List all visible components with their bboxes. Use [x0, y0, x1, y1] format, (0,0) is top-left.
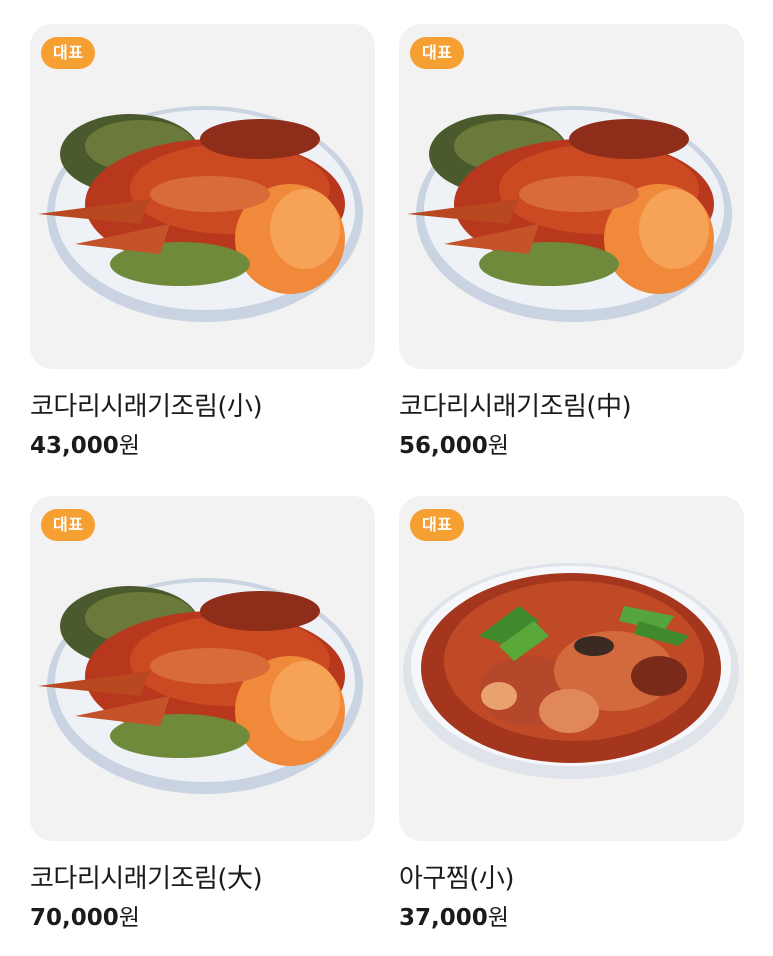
price-unit: 원: [487, 433, 509, 459]
price-value: 43,000: [30, 433, 119, 459]
menu-item-image[interactable]: 대표: [399, 24, 744, 369]
signature-badge: 대표: [410, 509, 465, 541]
pollock-dish-image: [38, 106, 363, 322]
menu-item-card[interactable]: 대표 코다리시래기조림(中) 56,000원: [399, 24, 744, 461]
menu-item-card[interactable]: 대표 코다리시래기조림(大) 70,000원: [30, 496, 375, 933]
price-value: 37,000: [399, 905, 488, 931]
signature-badge: 대표: [410, 37, 465, 69]
price-unit: 원: [118, 905, 140, 931]
menu-item-price: 56,000원: [399, 431, 744, 461]
pollock-dish-image: [407, 106, 732, 322]
monkfish-dish-image: [403, 563, 739, 779]
menu-item-card[interactable]: 대표 코다리시래기조림(小) 43,000원: [30, 24, 375, 461]
menu-item-name: 아구찜(小): [399, 864, 515, 894]
price-value: 70,000: [30, 905, 119, 931]
menu-item-image[interactable]: 대표: [30, 496, 375, 841]
signature-badge: 대표: [41, 509, 96, 541]
menu-item-price: 70,000원: [30, 903, 375, 933]
price-unit: 원: [487, 905, 509, 931]
menu-item-card[interactable]: 대표 아구찜(小) 37,000원: [399, 496, 744, 933]
menu-item-name: 코다리시래기조림(小): [30, 392, 263, 422]
menu-item-image[interactable]: 대표: [30, 24, 375, 369]
signature-badge: 대표: [41, 37, 96, 69]
price-unit: 원: [118, 433, 140, 459]
pollock-dish-image: [38, 578, 363, 794]
price-value: 56,000: [399, 433, 488, 459]
menu-item-price: 43,000원: [30, 431, 375, 461]
menu-grid: 대표 코다리시래기조림(小) 43,000원 대표 코다리시래기조림(中) 56…: [0, 0, 773, 956]
menu-item-name: 코다리시래기조림(大): [30, 864, 263, 894]
menu-item-image[interactable]: 대표: [399, 496, 744, 841]
menu-item-name: 코다리시래기조림(中): [399, 392, 632, 422]
menu-item-price: 37,000원: [399, 903, 744, 933]
